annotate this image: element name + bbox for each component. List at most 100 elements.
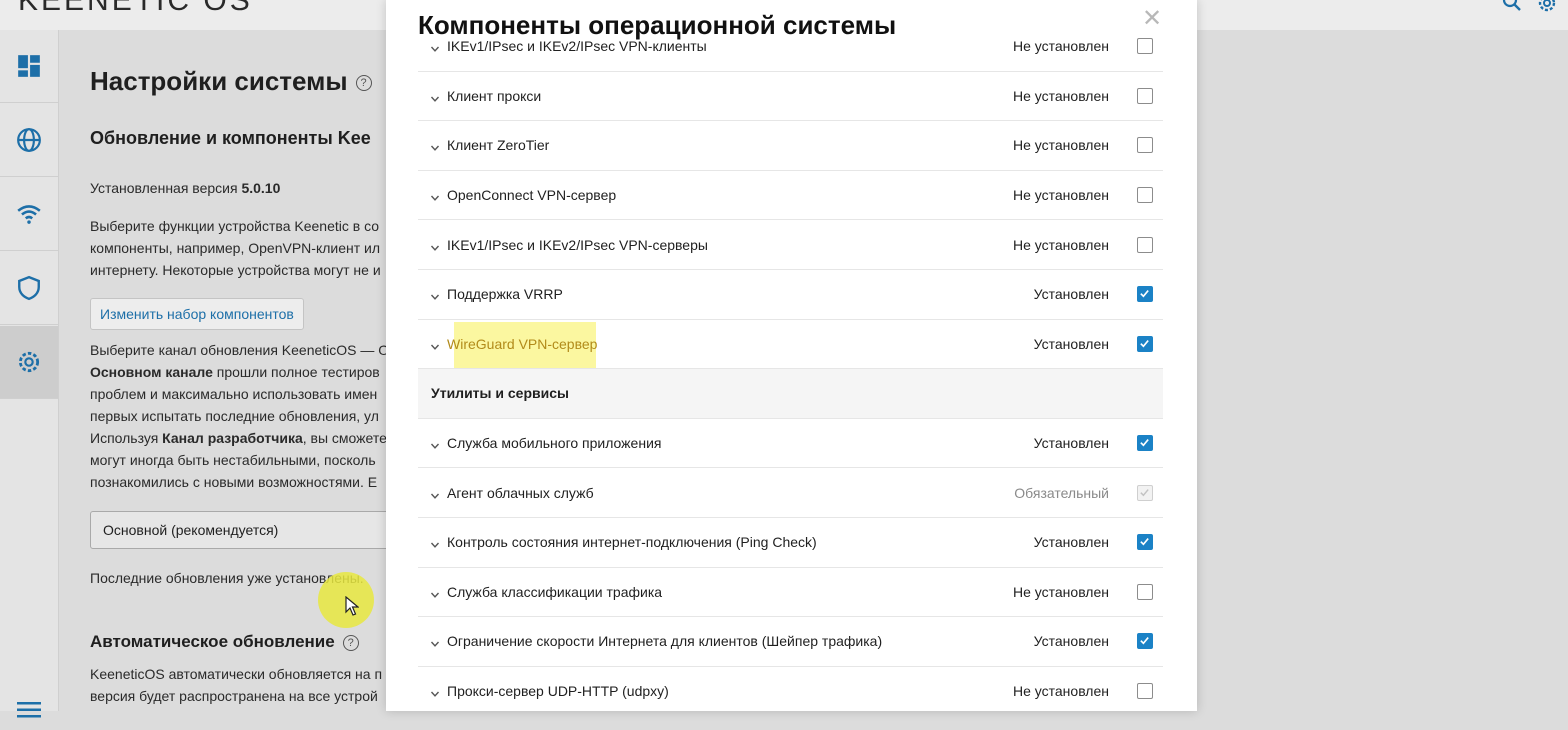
chevron-down-icon[interactable] bbox=[430, 41, 440, 53]
channel-text: первых испытать последние обновления, ул bbox=[90, 408, 379, 424]
chevron-down-icon[interactable] bbox=[430, 91, 440, 102]
channel-text-bold: Основном канале bbox=[90, 364, 213, 380]
auto-update-title-text: Автоматическое обновление bbox=[90, 632, 335, 651]
search-icon[interactable] bbox=[1502, 0, 1522, 18]
component-status: Не установлен bbox=[1013, 683, 1109, 700]
gear-icon bbox=[18, 351, 40, 373]
component-status: Установлен bbox=[1033, 335, 1109, 352]
channel-text-line: могут иногда быть нестабильными, посколь bbox=[90, 452, 376, 468]
component-name: IKEv1/IPsec и IKEv2/IPsec VPN-клиенты bbox=[447, 38, 707, 55]
chevron-down-icon[interactable] bbox=[430, 140, 440, 152]
component-checkbox[interactable] bbox=[1137, 683, 1153, 700]
component-checkbox[interactable] bbox=[1137, 583, 1153, 600]
component-name: OpenConnect VPN-сервер bbox=[447, 187, 617, 204]
component-status: Установлен bbox=[1033, 633, 1109, 650]
menu-button[interactable] bbox=[0, 690, 58, 730]
help-icon[interactable]: ? bbox=[342, 634, 359, 651]
channel-text: проблем и максимально использовать имен bbox=[90, 386, 378, 402]
channel-text-line: проблем и максимально использовать имен bbox=[90, 386, 377, 402]
sidebar-item-internet[interactable] bbox=[0, 104, 58, 177]
chevron-down-icon[interactable] bbox=[430, 339, 440, 350]
hamburger-icon bbox=[17, 702, 41, 718]
sidebar-item-wifi[interactable] bbox=[0, 178, 58, 251]
page-title: Настройки системы? bbox=[90, 66, 372, 97]
channel-text-line: Выберите канал обновления KeeneticOS — О bbox=[90, 342, 389, 358]
component-checkbox[interactable] bbox=[1137, 236, 1153, 253]
component-checkbox[interactable] bbox=[1137, 38, 1153, 55]
chevron-down-icon[interactable] bbox=[430, 289, 440, 301]
update-channel-select[interactable]: Основной (рекомендуется) bbox=[90, 511, 390, 549]
channel-text: могут иногда быть нестабильными, посколь bbox=[90, 452, 376, 468]
component-name: Служба мобильного приложения bbox=[447, 435, 662, 452]
chevron-down-icon[interactable] bbox=[430, 587, 440, 598]
component-row[interactable]: Прокси-сервер UDP-HTTP (udpxy) Не установ… bbox=[418, 667, 1163, 711]
component-name: Служба классификации трафика bbox=[447, 583, 663, 600]
channel-text: прошли полное тестиров bbox=[212, 364, 380, 380]
components-list: IKEv1/IPsec и IKEv2/IPsec VPN-клиенты Не … bbox=[418, 22, 1163, 711]
component-row[interactable]: IKEv1/IPsec и IKEv2/IPsec VPN-серверы Не … bbox=[418, 220, 1163, 270]
sidebar-item-settings[interactable] bbox=[0, 326, 58, 399]
component-checkbox[interactable] bbox=[1137, 633, 1153, 650]
component-checkbox[interactable] bbox=[1137, 87, 1153, 104]
version-value: 5.0.10 bbox=[241, 180, 281, 196]
change-components-button[interactable]: Изменить набор компонентов bbox=[90, 298, 304, 330]
chevron-down-icon[interactable] bbox=[430, 636, 440, 648]
chevron-down-icon[interactable] bbox=[430, 537, 440, 549]
sidebar-item-security[interactable] bbox=[0, 252, 58, 325]
chevron-down-icon[interactable] bbox=[430, 438, 440, 449]
component-name: Ограничение скорости Интернета для клиен… bbox=[447, 633, 883, 650]
component-status: Установлен bbox=[1033, 534, 1109, 551]
sidebar-item-dashboard[interactable] bbox=[0, 30, 58, 103]
component-status: Не установлен bbox=[1013, 187, 1109, 204]
component-status: Не установлен bbox=[1013, 87, 1109, 104]
page-title-text: Настройки системы bbox=[90, 66, 348, 96]
component-checkbox bbox=[1137, 484, 1153, 501]
component-name: Поддержка VRRP bbox=[447, 286, 563, 303]
component-checkbox[interactable] bbox=[1137, 335, 1153, 352]
channel-text: познакомились с новыми возможностями. Е bbox=[90, 474, 378, 490]
component-status: Не установлен bbox=[1013, 236, 1109, 253]
component-row[interactable]: Клиент прокси Не установлен bbox=[418, 72, 1163, 122]
component-checkbox[interactable] bbox=[1137, 435, 1153, 452]
shield-icon bbox=[18, 275, 40, 301]
group-header: Утилиты и сервисы bbox=[418, 369, 1163, 419]
chevron-down-icon[interactable] bbox=[430, 488, 440, 499]
component-row[interactable]: Агент облачных служб Обязательный bbox=[418, 468, 1163, 518]
chevron-down-icon[interactable] bbox=[430, 240, 440, 251]
gear-icon[interactable] bbox=[1536, 0, 1558, 20]
component-name: Агент облачных служб bbox=[447, 484, 594, 501]
component-name: Прокси-сервер UDP-HTTP (udpxy) bbox=[447, 683, 669, 700]
component-row[interactable]: Контроль состояния интернет-подключения … bbox=[418, 518, 1163, 568]
chevron-down-icon[interactable] bbox=[430, 686, 440, 697]
component-checkbox[interactable] bbox=[1137, 137, 1153, 154]
component-row[interactable]: OpenConnect VPN-сервер Не установлен bbox=[418, 171, 1163, 221]
component-row[interactable]: Служба классификации трафика Не установле… bbox=[418, 568, 1163, 618]
channel-text: Выберите канал обновления KeeneticOS — О bbox=[90, 342, 390, 358]
component-status: Не установлен bbox=[1013, 137, 1109, 154]
description-line: интернету. Некоторые устройства могут не… bbox=[90, 262, 381, 278]
component-row[interactable]: Поддержка VRRP Установлен bbox=[418, 270, 1163, 320]
sidebar bbox=[0, 30, 59, 718]
component-row[interactable]: Ограничение скорости Интернета для клиен… bbox=[418, 617, 1163, 667]
component-name: Клиент ZeroTier bbox=[447, 137, 550, 154]
help-icon[interactable]: ? bbox=[355, 75, 372, 92]
auto-update-title: Автоматическое обновление? bbox=[90, 632, 359, 652]
channel-text-line: первых испытать последние обновления, ул bbox=[90, 408, 379, 424]
component-row[interactable]: IKEv1/IPsec и IKEv2/IPsec VPN-клиенты Не … bbox=[418, 22, 1163, 72]
component-checkbox[interactable] bbox=[1137, 187, 1153, 204]
channel-text: Используя bbox=[90, 430, 163, 446]
component-name: WireGuard VPN-сервер bbox=[447, 335, 598, 352]
component-row[interactable]: Клиент ZeroTier Не установлен bbox=[418, 121, 1163, 171]
channel-text-line: Используя Канал разработчика, вы сможете bbox=[90, 430, 387, 446]
auto-update-text: версия будет распространена на все устро… bbox=[90, 688, 378, 704]
channel-text-bold: Канал разработчика bbox=[162, 430, 303, 446]
channel-text-line: Основном канале прошли полное тестиров bbox=[90, 364, 380, 380]
description-line: компоненты, например, OpenVPN-клиент ил bbox=[90, 240, 381, 256]
component-row[interactable]: Служба мобильного приложения Установлен bbox=[418, 419, 1163, 469]
component-row[interactable]: WireGuard VPN-сервер Установлен bbox=[418, 320, 1163, 370]
version-label: Установленная версия bbox=[90, 180, 242, 196]
chevron-down-icon[interactable] bbox=[430, 190, 440, 201]
component-checkbox[interactable] bbox=[1137, 534, 1153, 551]
installed-version: Установленная версия 5.0.10 bbox=[90, 180, 280, 196]
component-checkbox[interactable] bbox=[1137, 286, 1153, 303]
